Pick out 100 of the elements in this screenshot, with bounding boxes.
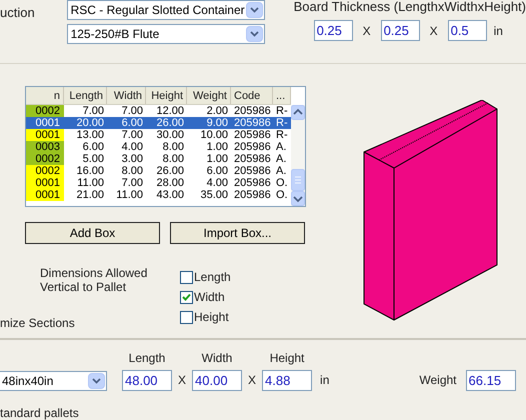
number-field[interactable]: 0.5 <box>448 20 487 41</box>
table-cell: 0002 <box>26 165 64 177</box>
table-row[interactable]: 0002 16.00 8.00 26.00 6.00 205986 A. <box>26 165 291 177</box>
table-cell-text: 6.00 <box>82 141 105 153</box>
number-field[interactable]: 66.15 <box>466 370 516 391</box>
dimension-label: Width <box>202 350 232 367</box>
times-label: X <box>178 372 186 389</box>
scroll-thumb-icon[interactable] <box>291 169 305 191</box>
table-cell: 0003 <box>26 141 64 153</box>
column-header[interactable]: Length <box>64 87 107 104</box>
table-cell-text: R- <box>275 105 289 117</box>
table-cell-text: 16.00 <box>75 165 105 177</box>
unit-label: in <box>494 22 503 40</box>
scrollbar[interactable] <box>291 105 305 206</box>
column-header[interactable]: ... <box>273 87 291 104</box>
unit-label: in <box>320 372 330 389</box>
table-cell-text: 3.00 <box>120 153 144 165</box>
checkbox-label: Length <box>194 269 231 286</box>
table-cell-text: 43.00 <box>155 189 185 201</box>
scroll-up-icon[interactable] <box>291 105 305 120</box>
table-cell-text: 205986 <box>233 165 272 177</box>
checkmark-icon <box>182 293 191 301</box>
table-cell-text: 4.00 <box>120 141 144 153</box>
table-cell: 0002 <box>26 105 64 117</box>
dropdown[interactable]: 125-250#B Flute <box>66 24 265 44</box>
dropdown-arrow-button[interactable] <box>246 26 263 42</box>
dropdown-arrow-button[interactable] <box>246 2 263 18</box>
table-cell-text: 28.00 <box>155 177 185 189</box>
checkbox[interactable] <box>180 310 193 324</box>
table-cell-text: R- <box>275 117 289 129</box>
checkbox[interactable] <box>180 290 193 304</box>
column-header[interactable]: Height <box>146 87 187 104</box>
table-cell-text: 8.00 <box>162 153 185 165</box>
table-cell-text: 0001 <box>34 117 61 129</box>
column-header[interactable]: Width <box>107 87 146 104</box>
table-cell-text: 8.00 <box>162 141 185 153</box>
table-cell-text: 6.00 <box>206 165 229 177</box>
optimize-sections-label: mize Sections <box>0 315 76 332</box>
column-header[interactable]: n <box>26 87 64 104</box>
table-row[interactable]: 0002 7.00 7.00 12.00 2.00 205986 R- <box>26 105 291 117</box>
table-cell-text: 7.00 <box>82 105 105 117</box>
table-cell-text: O. <box>275 177 289 189</box>
table-cell-text: 205986 <box>233 117 272 129</box>
board-thickness-label: Board Thickness (LengthxWidthxHeight) <box>294 0 526 14</box>
table-cell-text: 6.00 <box>120 117 144 129</box>
table-cell-text: 26.00 <box>155 117 185 129</box>
table-cell-text: 26.00 <box>155 165 185 177</box>
number-field[interactable]: 48.00 <box>122 370 172 391</box>
construction-label: uction <box>0 5 35 20</box>
vertical-dimensions-label: Dimensions Allowed Vertical to Pallet <box>40 266 148 294</box>
action-button[interactable]: Add Box <box>25 222 160 244</box>
table-cell-text: A. <box>275 153 288 165</box>
times-label: X <box>362 22 371 40</box>
chevron-down-icon <box>250 7 259 13</box>
column-header[interactable]: Code <box>231 87 273 104</box>
table-cell-text: A. <box>275 165 288 177</box>
table-row[interactable]: 0001 20.00 6.00 26.00 9.00 205986 R- <box>26 117 291 129</box>
table-cell-text: 205986 <box>233 105 272 117</box>
table-cell-text: 5.00 <box>82 153 105 165</box>
table-cell-text: 1.00 <box>206 141 229 153</box>
table-cell-text: 7.00 <box>120 177 144 189</box>
table-cell-text: 20.00 <box>75 117 105 129</box>
table-cell-text: 205986 <box>233 141 272 153</box>
dropdown-arrow-button[interactable] <box>88 373 105 389</box>
table-cell-text: 205986 <box>233 153 272 165</box>
number-field[interactable]: 0.25 <box>380 20 420 41</box>
table-cell-text: 4.00 <box>206 177 229 189</box>
times-label: X <box>430 22 438 40</box>
table-cell-text: 205986 <box>233 129 272 141</box>
table-cell-text: 9.00 <box>206 117 229 129</box>
table-cell-text: 1.00 <box>206 153 229 165</box>
number-field[interactable]: 0.25 <box>314 20 353 41</box>
table-cell-text: 7.00 <box>120 129 144 141</box>
table-cell: 0001 <box>26 177 64 189</box>
table-cell-text: 12.00 <box>155 105 185 117</box>
table-row[interactable]: 0001 11.00 7.00 28.00 4.00 205986 O. <box>26 177 291 189</box>
table-cell-text: 35.00 <box>199 189 229 201</box>
dropdown[interactable]: 48inx40in <box>0 371 107 391</box>
table-cell-text: O. <box>275 189 289 201</box>
table-row[interactable]: 0001 13.00 7.00 30.00 10.00 205986 R- <box>26 129 291 141</box>
action-button[interactable]: Import Box... <box>170 222 305 244</box>
table-cell-text: 7.00 <box>120 105 144 117</box>
number-field[interactable]: 40.00 <box>192 370 242 391</box>
dropdown[interactable]: RSC - Regular Slotted Container <box>66 0 265 20</box>
table-cell: 0001 <box>26 129 64 141</box>
table-cell-text: 11.00 <box>76 177 105 189</box>
chevron-down-icon <box>92 378 101 384</box>
times-label: X <box>248 372 256 389</box>
scroll-down-icon[interactable] <box>291 191 305 206</box>
table-row[interactable]: 0003 6.00 4.00 8.00 1.00 205986 A. <box>26 141 291 153</box>
table-row[interactable]: 0002 5.00 3.00 8.00 1.00 205986 A. <box>26 153 291 165</box>
table-cell-text: 205986 <box>233 189 272 201</box>
number-field[interactable]: 4.88 <box>262 370 312 391</box>
checkbox[interactable] <box>180 270 193 284</box>
table-row[interactable]: 0001 21.00 11.00 43.00 35.00 205986 O. <box>26 189 291 201</box>
column-header[interactable]: Weight <box>187 87 231 104</box>
weight-label: Weight <box>419 372 457 389</box>
table-cell: 0002 <box>26 153 64 165</box>
checkbox-label: Height <box>194 309 229 326</box>
standard-pallets-label: tandard pallets <box>0 406 79 420</box>
